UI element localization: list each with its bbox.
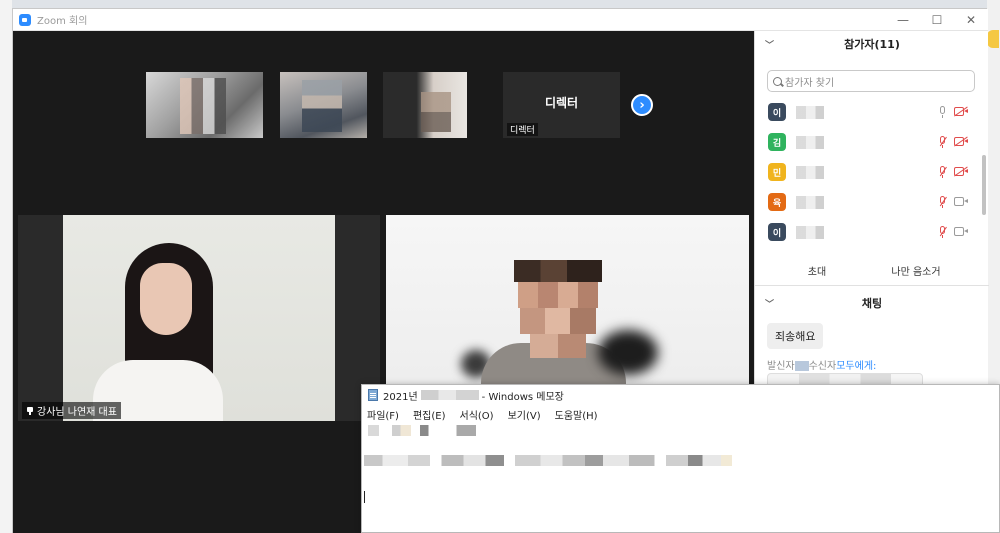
participant-name-blurred <box>796 136 824 149</box>
zoom-app-icon <box>19 13 31 26</box>
participant-actions: 초대 나만 음소거 <box>755 260 989 282</box>
menu-file[interactable]: 파일(F) <box>367 407 399 422</box>
participants-title: 참가자(11) <box>844 38 900 51</box>
participant-row[interactable]: 이 <box>755 98 981 128</box>
tile-name-tag: 강사님 나연재 대표 <box>22 402 121 419</box>
mic-muted-icon[interactable] <box>939 226 947 238</box>
pixelated-face <box>302 80 342 132</box>
notepad-window: 2021년 - Windows 메모장 파일(F) 편집(E) 서식(O) 보기… <box>361 384 1000 533</box>
browser-tab-strip <box>0 0 1000 8</box>
notepad-title-blurred <box>420 390 479 400</box>
participant-name: 디렉터 <box>507 123 538 136</box>
avatar: 김 <box>768 133 786 151</box>
participant-search-input[interactable]: 참가자 찾기 <box>767 70 975 92</box>
blurred-text-line <box>364 455 732 466</box>
chevron-down-icon[interactable]: ﹀ <box>765 297 774 310</box>
video-feed <box>63 215 335 421</box>
receiver-select[interactable]: 모두에게: <box>836 361 876 372</box>
desktop: Zoom 회의 — ☐ ✕ 디렉터 디렉터 › 강사님 나연재 대표 ﹀ 참가자… <box>0 0 1000 533</box>
chevron-down-icon[interactable]: ﹀ <box>765 38 774 51</box>
participant-row[interactable]: 육 <box>755 188 981 218</box>
pixelated-face <box>421 92 451 132</box>
close-button[interactable]: ✕ <box>954 9 988 31</box>
video-off-icon[interactable] <box>954 107 968 116</box>
window-title: Zoom 회의 <box>37 16 88 27</box>
video-icon[interactable] <box>954 227 968 236</box>
avatar: 이 <box>768 103 786 121</box>
sender-label: 발신자 <box>767 361 795 372</box>
minimize-button[interactable]: — <box>886 9 920 31</box>
participant-scrollbar[interactable] <box>981 95 987 255</box>
participant-thumbnail[interactable]: 디렉터 디렉터 <box>503 72 620 138</box>
notepad-title-bar[interactable]: 2021년 - Windows 메모장 <box>362 385 1000 405</box>
participant-name-blurred <box>796 166 824 179</box>
video-icon[interactable] <box>954 197 968 206</box>
tile-name: 강사님 나연재 대표 <box>37 407 117 418</box>
title-bar[interactable]: Zoom 회의 — ☐ ✕ <box>13 9 988 31</box>
panel-divider <box>755 285 989 286</box>
invite-button[interactable]: 초대 <box>799 260 835 280</box>
blurred-text-line <box>368 425 476 436</box>
mic-muted-icon[interactable] <box>939 196 947 208</box>
search-placeholder: 참가자 찾기 <box>785 77 835 89</box>
mic-icon[interactable] <box>939 106 947 118</box>
participant-row[interactable]: 김 <box>755 128 981 158</box>
chat-message: 죄송해요 <box>767 323 824 349</box>
mic-muted-icon[interactable] <box>939 136 947 148</box>
participant-thumbnail[interactable] <box>146 72 263 138</box>
sender-name-blurred <box>794 361 809 371</box>
mic-muted-icon[interactable] <box>939 166 947 178</box>
mute-me-button[interactable]: 나만 음소거 <box>881 260 951 280</box>
pixelated-face <box>180 78 226 134</box>
notepad-icon <box>368 389 378 401</box>
background-blur <box>598 330 658 375</box>
avatar: 육 <box>768 193 786 211</box>
video-off-icon[interactable] <box>954 167 968 176</box>
notepad-text-area[interactable] <box>362 423 1000 533</box>
participant-center-label: 디렉터 <box>544 96 579 110</box>
video-off-icon[interactable] <box>954 137 968 146</box>
background-window-edge <box>0 0 12 533</box>
menu-view[interactable]: 보기(V) <box>508 407 541 422</box>
chat-header[interactable]: ﹀ 채팅 <box>755 291 989 315</box>
search-icon <box>773 76 782 86</box>
maximize-button[interactable]: ☐ <box>920 9 954 31</box>
menu-help[interactable]: 도움말(H) <box>555 407 598 422</box>
avatar: 이 <box>768 223 786 241</box>
participant-row[interactable]: 이 <box>755 218 981 248</box>
participant-name-blurred <box>796 106 824 119</box>
participant-name-blurred <box>796 196 824 209</box>
participant-row[interactable]: 민 <box>755 158 981 188</box>
participants-header[interactable]: ﹀ 참가자(11) <box>755 31 989 57</box>
participant-thumbnail[interactable] <box>280 72 367 138</box>
notepad-title-prefix: 2021년 <box>383 391 418 403</box>
text-caret <box>364 491 365 503</box>
notepad-title-suffix: - Windows 메모장 <box>481 391 564 403</box>
avatar: 민 <box>768 163 786 181</box>
pin-icon <box>26 406 34 415</box>
receiver-label: 수신자 <box>808 361 837 372</box>
next-page-button[interactable]: › <box>631 94 653 116</box>
window-controls: — ☐ ✕ <box>886 9 988 31</box>
main-video-tile[interactable]: 강사님 나연재 대표 <box>18 215 380 421</box>
notepad-menubar: 파일(F) 편집(E) 서식(O) 보기(V) 도움말(H) <box>362 406 1000 423</box>
chat-recipient-line: 발신자 수신자모두에게: <box>767 357 876 372</box>
menu-edit[interactable]: 편집(E) <box>413 407 446 422</box>
participant-list: 이 김 민 육 이 <box>755 98 989 248</box>
menu-format[interactable]: 서식(O) <box>460 407 494 422</box>
pixelated-face <box>514 260 602 360</box>
participant-thumbnail[interactable] <box>383 72 467 138</box>
person-face <box>140 263 192 335</box>
chat-title: 채팅 <box>861 297 883 310</box>
participant-name-blurred <box>796 226 824 239</box>
scroll-thumb[interactable] <box>982 155 986 215</box>
